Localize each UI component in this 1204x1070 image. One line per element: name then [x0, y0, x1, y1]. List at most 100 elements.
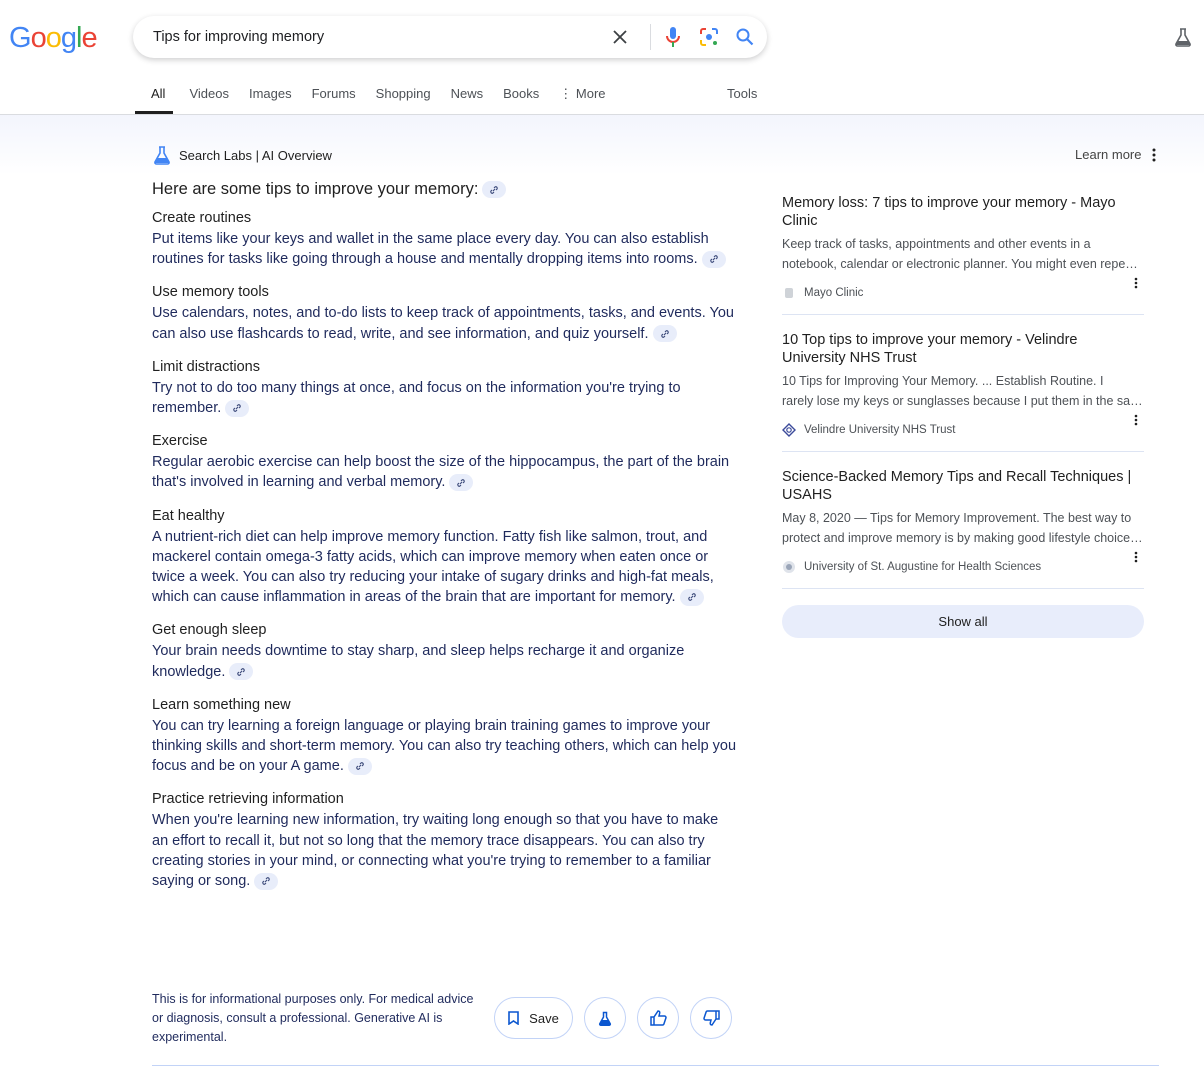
- tip-section: Eat healthy A nutrient-rich diet can help…: [152, 505, 737, 608]
- labs-flask-icon: [154, 146, 170, 165]
- tab-shopping[interactable]: Shopping: [376, 86, 431, 114]
- more-options-icon[interactable]: [1134, 550, 1138, 568]
- tab-more[interactable]: ⋮ More: [559, 86, 605, 114]
- tip-title: Learn something new: [152, 696, 291, 713]
- divider: [650, 24, 651, 50]
- tip-section: Use memory tools Use calendars, notes, an…: [152, 281, 737, 343]
- site-favicon-icon: [782, 560, 796, 574]
- site-favicon-icon: [782, 286, 796, 300]
- tip-body: When you're learning new information, tr…: [152, 812, 719, 890]
- ai-overview-content: Here are some tips to improve your memor…: [152, 180, 737, 903]
- ai-overview-bottom-divider: [152, 1065, 1159, 1066]
- bookmark-icon: [508, 1011, 519, 1025]
- more-options-icon[interactable]: [1134, 413, 1138, 431]
- search-input[interactable]: Tips for improving memory: [153, 29, 606, 45]
- tip-title: Exercise: [152, 433, 208, 450]
- thumbs-down-button[interactable]: [690, 997, 732, 1039]
- citation-link-icon[interactable]: [254, 872, 279, 890]
- ai-intro: Here are some tips to improve your memor…: [152, 180, 737, 199]
- save-label: Save: [529, 1010, 559, 1026]
- tip-section: Get enough sleep Your brain needs downtim…: [152, 619, 737, 681]
- tip-text: Regular aerobic exercise can help boost …: [152, 452, 737, 492]
- tab-more-label: More: [575, 86, 606, 101]
- tip-title: Eat healthy: [152, 507, 225, 524]
- ai-overview-title: Search Labs | AI Overview: [179, 147, 332, 163]
- labs-button[interactable]: [584, 997, 626, 1039]
- thumbs-up-icon: [649, 1010, 667, 1026]
- tab-books[interactable]: Books: [503, 86, 539, 114]
- tip-body: Use calendars, notes, and to-do lists to…: [152, 305, 734, 342]
- search-labs-icon[interactable]: [1174, 27, 1192, 52]
- tab-videos[interactable]: Videos: [189, 86, 229, 114]
- citation-link-icon[interactable]: [225, 399, 250, 417]
- source-panel: Memory loss: 7 tips to improve your memo…: [782, 194, 1144, 638]
- tools-button[interactable]: Tools: [727, 86, 757, 101]
- site-favicon-icon: [782, 423, 796, 437]
- tab-all[interactable]: All: [134, 86, 175, 114]
- source-snippet: Keep track of tasks, appointments and ot…: [782, 237, 1091, 251]
- tip-text: Try not to do too many things at once, a…: [152, 378, 737, 418]
- disclaimer: This is for informational purposes only.…: [152, 992, 474, 1044]
- more-options-icon[interactable]: [1134, 276, 1138, 294]
- ai-overview-header: Search Labs | AI Overview: [152, 145, 332, 165]
- tip-body: A nutrient-rich diet can help improve me…: [152, 528, 714, 606]
- tip-title: Get enough sleep: [152, 622, 267, 639]
- google-lens-icon[interactable]: [695, 23, 723, 51]
- tip-section: Exercise Regular aerobic exercise can hel…: [152, 430, 737, 492]
- microphone-icon[interactable]: [659, 23, 687, 51]
- citation-link-icon[interactable]: [347, 757, 372, 775]
- thumbs-up-button[interactable]: [637, 997, 679, 1039]
- tip-body: You can try learning a foreign language …: [152, 717, 737, 775]
- logo-letter: g: [60, 22, 77, 54]
- source-site: Mayo Clinic: [782, 284, 1144, 302]
- citation-link-icon[interactable]: [652, 325, 677, 343]
- tip-title: Practice retrieving information: [152, 791, 344, 808]
- logo-letter: e: [81, 22, 97, 54]
- tip-text: Put items like your keys and wallet in t…: [152, 229, 737, 269]
- tip-title: Limit distractions: [152, 358, 260, 375]
- citation-link-icon[interactable]: [482, 181, 507, 199]
- source-snippet: 10 Tips for Improving Your Memory. ... E…: [782, 374, 1104, 388]
- citation-link-icon[interactable]: [229, 663, 254, 681]
- ai-intro-text: Here are some tips to improve your memor…: [152, 180, 479, 198]
- google-logo[interactable]: Google: [9, 22, 98, 55]
- citation-link-icon[interactable]: [701, 250, 726, 268]
- source-card[interactable]: Memory loss: 7 tips to improve your memo…: [782, 194, 1144, 315]
- tip-title: Create routines: [152, 210, 252, 226]
- search-tabs: All Videos Images Forums Shopping News B…: [134, 86, 626, 114]
- learn-more-link[interactable]: Learn more: [1075, 147, 1141, 162]
- tip-text: Use calendars, notes, and to-do lists to…: [152, 303, 737, 343]
- more-vert-icon: ⋮: [559, 86, 576, 101]
- source-title[interactable]: 10 Top tips to improve your memory - Vel…: [782, 331, 1144, 367]
- tab-forums[interactable]: Forums: [312, 86, 356, 114]
- logo-letter: o: [45, 22, 62, 54]
- source-title[interactable]: Memory loss: 7 tips to improve your memo…: [782, 194, 1144, 230]
- search-box[interactable]: Tips for improving memory: [133, 16, 767, 58]
- flask-icon: [598, 1011, 612, 1026]
- search-icon[interactable]: [731, 23, 759, 51]
- save-button[interactable]: Save: [494, 997, 573, 1039]
- source-card[interactable]: Science-Backed Memory Tips and Recall Te…: [782, 468, 1144, 589]
- tip-text: A nutrient-rich diet can help improve me…: [152, 527, 737, 608]
- citation-link-icon[interactable]: [449, 474, 474, 492]
- tip-text: You can try learning a foreign language …: [152, 716, 737, 777]
- logo-letter: G: [9, 22, 32, 54]
- show-all-button[interactable]: Show all: [782, 605, 1144, 638]
- more-options-icon[interactable]: [1152, 148, 1156, 167]
- tip-body: Put items like your keys and wallet in t…: [152, 231, 709, 268]
- source-site-name: Velindre University NHS Trust: [804, 424, 956, 436]
- tab-images[interactable]: Images: [249, 86, 292, 114]
- source-title[interactable]: Science-Backed Memory Tips and Recall Te…: [782, 468, 1144, 504]
- citation-link-icon[interactable]: [679, 588, 704, 606]
- source-card[interactable]: 10 Top tips to improve your memory - Vel…: [782, 331, 1144, 452]
- tip-section: Limit distractions Try not to do too many…: [152, 356, 737, 418]
- tip-body: Regular aerobic exercise can help boost …: [152, 454, 730, 491]
- logo-letter: o: [30, 22, 47, 54]
- source-snippet: May 8, 2020 — Tips for Memory Improvemen…: [782, 511, 1132, 525]
- tab-news[interactable]: News: [451, 86, 484, 114]
- tip-section: Learn something new You can try learning …: [152, 694, 737, 777]
- source-site-name: University of St. Augustine for Health S…: [804, 561, 1042, 573]
- tip-section: Create routines Put items like your keys …: [152, 207, 737, 269]
- clear-icon[interactable]: [606, 23, 634, 51]
- source-snippet: protect and improve memory is by making …: [782, 531, 1144, 545]
